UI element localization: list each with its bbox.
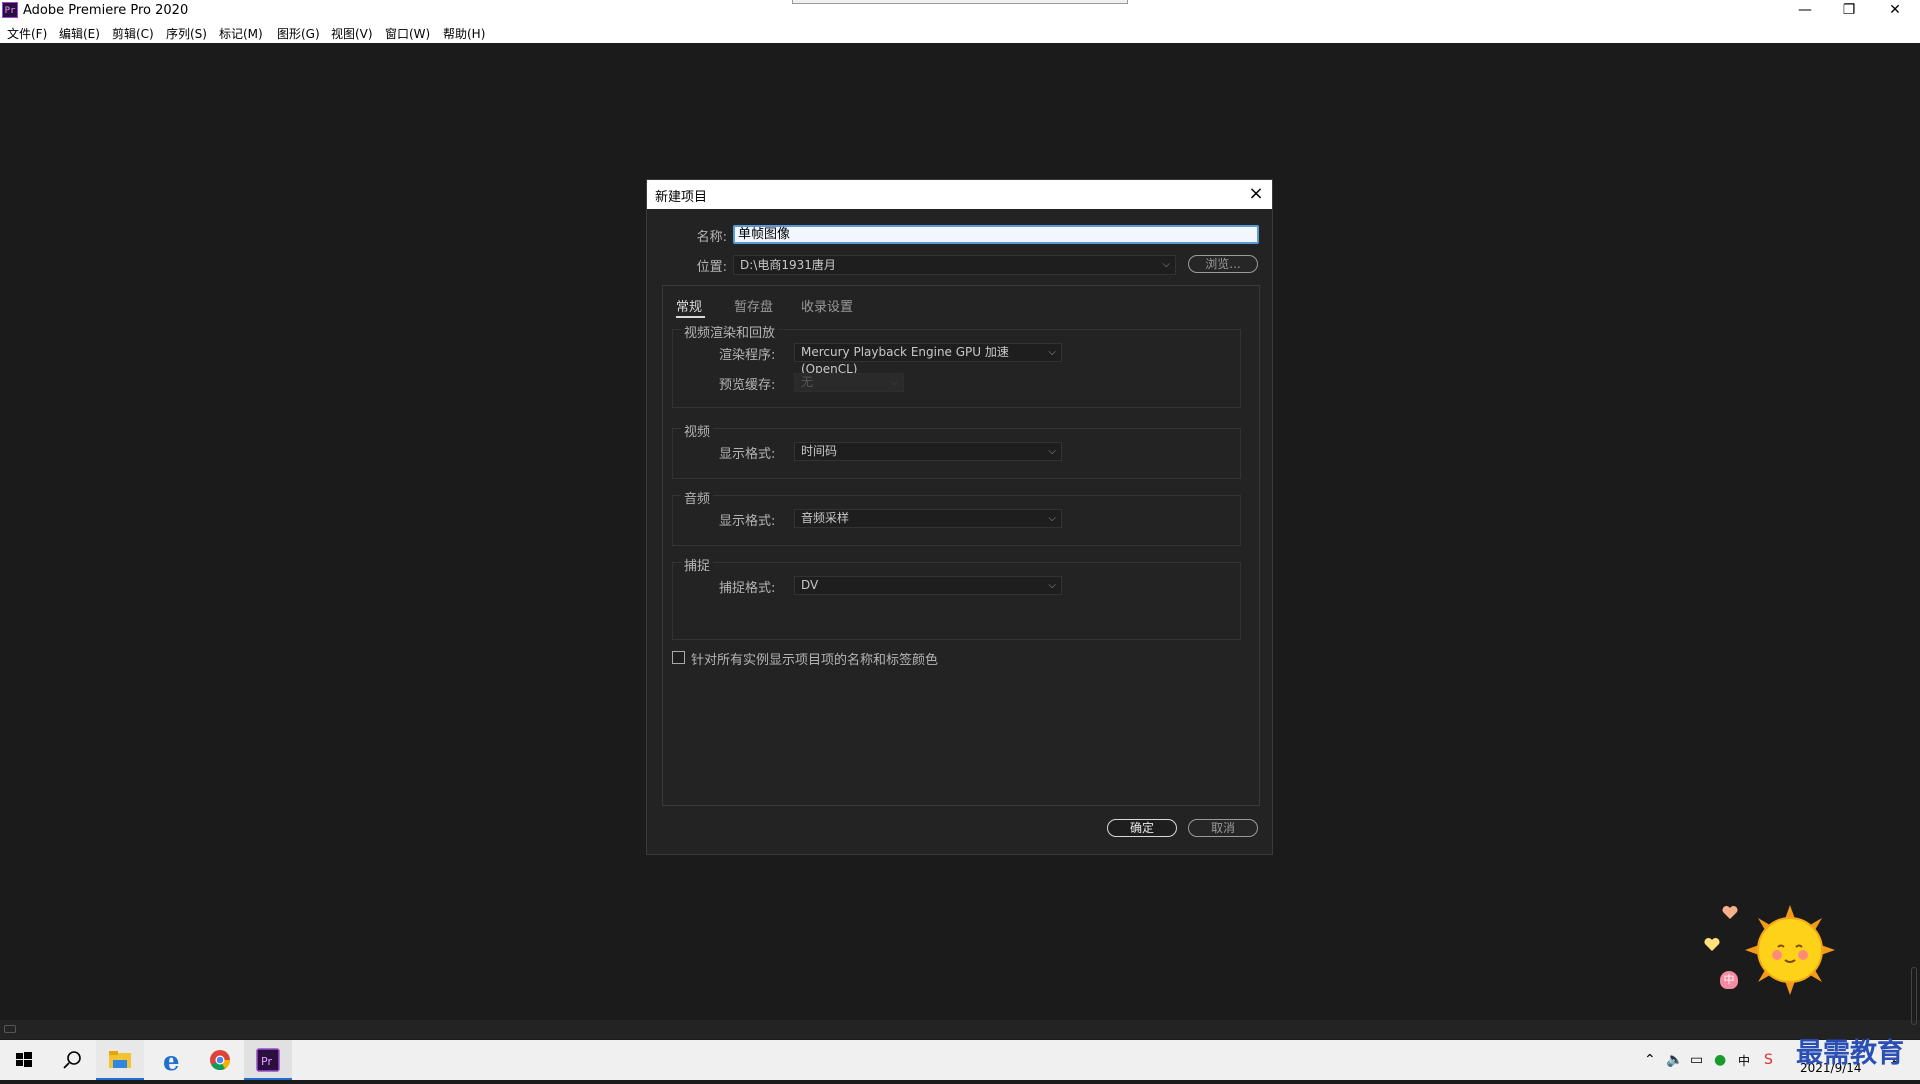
sogou-icon[interactable]: S xyxy=(1764,1052,1773,1068)
new-project-dialog: 新建项目 × 名称: 单帧图像 位置: D:\电商1931唐月 ⌵ 浏览... … xyxy=(646,179,1273,855)
edge-icon[interactable]: e xyxy=(148,1040,196,1080)
capture-format-label: 捕捉格式: xyxy=(719,581,776,596)
chevron-down-icon: ⌵ xyxy=(1048,347,1056,358)
audio-display-format-dropdown[interactable]: 音频采样 ⌵ xyxy=(794,509,1062,528)
chevron-down-icon: ⌵ xyxy=(1048,446,1056,457)
network-icon[interactable]: ▭ xyxy=(1690,1052,1703,1068)
menu-clip[interactable]: 剪辑(C) xyxy=(112,25,154,42)
renderer-value: Mercury Playback Engine GPU 加速 (OpenCL) xyxy=(801,345,1009,376)
video-display-format-dropdown[interactable]: 时间码 ⌵ xyxy=(794,442,1062,461)
preview-cache-dropdown: 无 ⌵ xyxy=(794,373,904,392)
maximize-button[interactable]: ❐ xyxy=(1826,0,1872,22)
capture-format-value: DV xyxy=(801,578,819,592)
location-select[interactable]: D:\电商1931唐月 ⌵ xyxy=(733,255,1176,275)
name-label: 名称: xyxy=(696,230,727,245)
heart-icon xyxy=(1722,905,1738,919)
title-bar: Pr Adobe Premiere Pro 2020 — ❐ ✕ xyxy=(0,0,1920,22)
browse-button[interactable]: 浏览... xyxy=(1188,255,1258,273)
video-display-format-value: 时间码 xyxy=(801,444,838,458)
audio-group-title: 音频 xyxy=(681,488,714,507)
tab-ingest-settings[interactable]: 收录设置 xyxy=(801,296,853,315)
dialog-title: 新建项目 xyxy=(655,190,708,205)
minimize-button[interactable]: — xyxy=(1782,0,1828,22)
show-names-colors-label: 针对所有实例显示项目项的名称和标签颜色 xyxy=(691,653,939,668)
video-group-title: 视频 xyxy=(681,421,714,440)
render-group-title: 视频渲染和回放 xyxy=(681,322,779,341)
start-icon[interactable] xyxy=(0,1040,48,1080)
active-tab-indicator xyxy=(676,316,705,318)
close-window-button[interactable]: ✕ xyxy=(1872,0,1918,22)
search-icon[interactable] xyxy=(48,1040,96,1080)
watermark-text: 最需教育 xyxy=(1796,1038,1904,1069)
top-scroll-indicator xyxy=(792,0,1128,4)
chevron-down-icon: ⌵ xyxy=(890,377,898,388)
menu-file[interactable]: 文件(F) xyxy=(7,25,47,42)
project-name-input[interactable]: 单帧图像 xyxy=(733,225,1259,244)
security-icon[interactable]: ● xyxy=(1714,1052,1726,1068)
status-strip xyxy=(0,1020,1920,1039)
chrome-icon[interactable] xyxy=(196,1040,244,1080)
file-explorer-icon[interactable] xyxy=(96,1040,144,1080)
capture-group: 捕捉 捕捉格式: DV ⌵ xyxy=(672,555,1241,640)
premiere-icon[interactable]: Pr xyxy=(244,1040,292,1080)
menu-sequence[interactable]: 序列(S) xyxy=(166,25,207,42)
menu-graphics[interactable]: 图形(G) xyxy=(277,25,320,42)
menu-bar: 文件(F) 编辑(E) 剪辑(C) 序列(S) 标记(M) 图形(G) 视图(V… xyxy=(0,22,1920,43)
heart-icon xyxy=(1704,937,1720,951)
svg-text:e: e xyxy=(163,1047,180,1077)
ok-button[interactable]: 确定 xyxy=(1107,819,1177,837)
chevron-down-icon: ⌵ xyxy=(1048,580,1056,591)
preview-cache-value: 无 xyxy=(801,375,814,389)
cancel-button[interactable]: 取消 xyxy=(1188,819,1258,837)
side-scrollbar[interactable] xyxy=(1911,967,1917,1025)
capture-group-title: 捕捉 xyxy=(681,555,714,574)
menu-edit[interactable]: 编辑(E) xyxy=(59,25,100,42)
window-title: Adobe Premiere Pro 2020 xyxy=(23,3,189,18)
chevron-down-icon: ⌵ xyxy=(1162,259,1170,270)
settings-panel: 常规 暂存盘 收录设置 视频渲染和回放 渲染程序: Mercury Playba… xyxy=(662,285,1260,806)
ime-indicator[interactable]: 中 xyxy=(1738,1052,1750,1069)
menu-markers[interactable]: 标记(M) xyxy=(219,25,263,42)
audio-display-format-label: 显示格式: xyxy=(719,514,776,529)
location-label: 位置: xyxy=(696,260,727,275)
location-value: D:\电商1931唐月 xyxy=(740,258,836,272)
video-display-format-label: 显示格式: xyxy=(719,447,776,462)
chevron-down-icon: ⌵ xyxy=(1048,513,1056,524)
render-playback-group: 视频渲染和回放 渲染程序: Mercury Playback Engine GP… xyxy=(672,322,1241,408)
show-names-colors-checkbox[interactable] xyxy=(672,651,685,664)
status-icon xyxy=(4,1025,16,1033)
dialog-close-icon[interactable]: × xyxy=(1243,181,1269,207)
volume-icon[interactable]: 🔈 xyxy=(1666,1052,1683,1068)
premiere-app-icon: Pr xyxy=(2,2,18,18)
video-group: 视频 显示格式: 时间码 ⌵ xyxy=(672,421,1241,479)
menu-help[interactable]: 帮助(H) xyxy=(443,25,485,42)
svg-text:Pr: Pr xyxy=(261,1055,272,1068)
menu-window[interactable]: 窗口(W) xyxy=(385,25,430,42)
tab-scratch-disks[interactable]: 暂存盘 xyxy=(734,296,773,315)
audio-group: 音频 显示格式: 音频采样 ⌵ xyxy=(672,488,1241,546)
tab-general[interactable]: 常规 xyxy=(676,296,702,315)
tray-chevron-up-icon[interactable]: ⌃ xyxy=(1644,1052,1656,1068)
audio-display-format-value: 音频采样 xyxy=(801,511,850,525)
dialog-header: 新建项目 × xyxy=(647,180,1272,209)
preview-cache-label: 预览缓存: xyxy=(719,378,776,393)
renderer-dropdown[interactable]: Mercury Playback Engine GPU 加速 (OpenCL) … xyxy=(794,343,1062,376)
menu-view[interactable]: 视图(V) xyxy=(331,25,373,42)
sun-sticker-icon xyxy=(1745,905,1835,995)
capture-format-dropdown[interactable]: DV ⌵ xyxy=(794,576,1062,595)
renderer-label: 渲染程序: xyxy=(719,348,776,363)
sticker-heart-char: 中 xyxy=(1720,971,1738,989)
